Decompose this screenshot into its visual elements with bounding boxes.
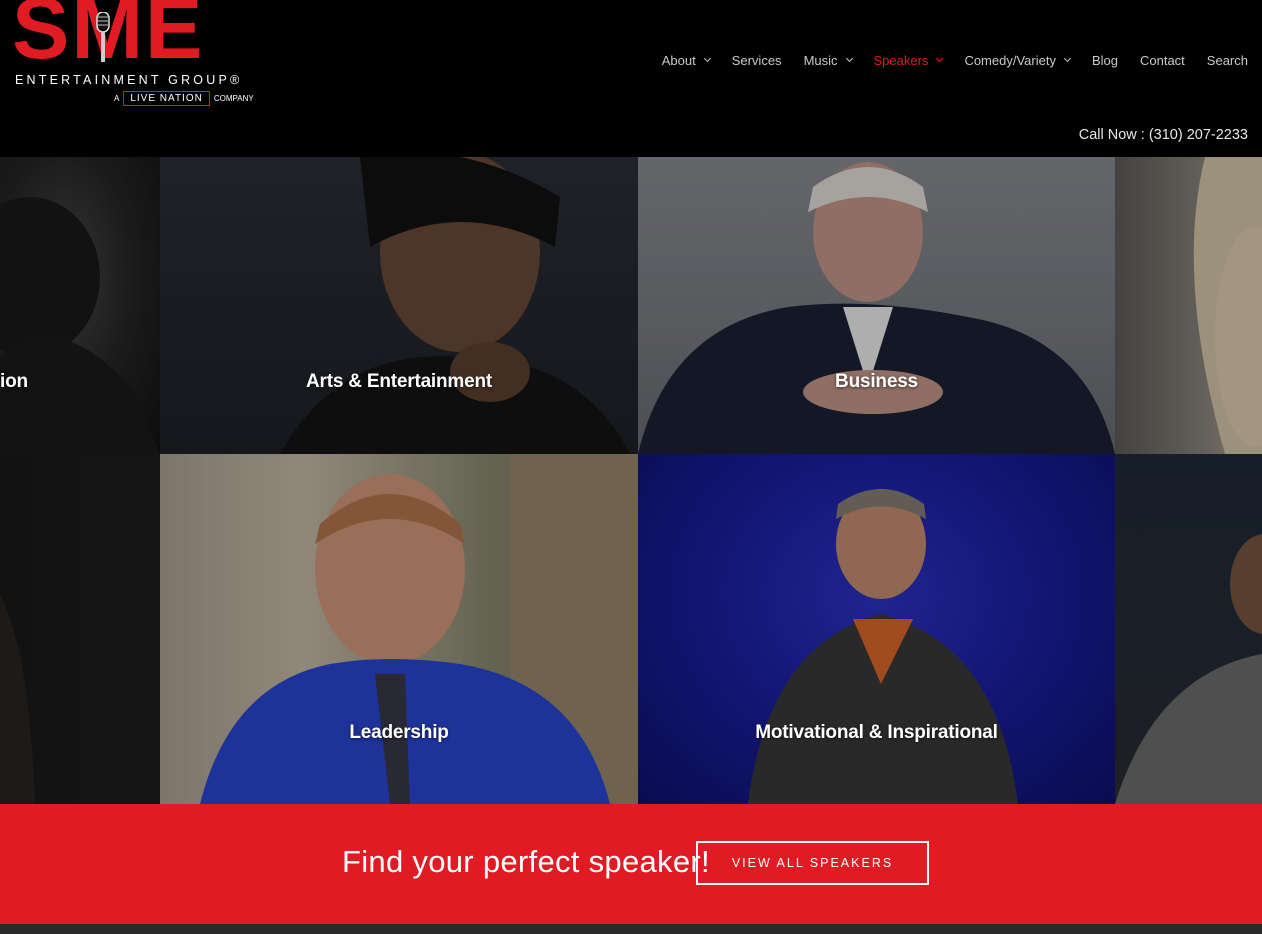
category-tile-leadership[interactable]: Leadership <box>160 454 638 804</box>
tile-overlay <box>160 454 638 804</box>
category-tile-partial-right-2[interactable] <box>1115 454 1262 804</box>
tagline-prefix: A <box>114 94 120 103</box>
live-nation-tagline: A LIVE NATION COMPANY <box>114 91 254 106</box>
nav-label: Contact <box>1139 52 1185 68</box>
nav-label: Services <box>731 52 782 68</box>
find-speaker-cta: Find your perfect speaker! VIEW ALL SPEA… <box>0 804 1262 924</box>
nav-label: About <box>661 52 696 68</box>
nav-label: Speakers <box>873 52 929 68</box>
footer-strip <box>0 924 1262 934</box>
category-label: Leadership <box>349 722 449 743</box>
tile-overlay <box>638 157 1115 454</box>
sme-logo[interactable]: SME ENTERTAINMENT GROUP® A LIVE NATION C… <box>12 0 264 112</box>
nav-item-services[interactable]: Services <box>732 53 782 68</box>
tagline-suffix: COMPANY <box>213 94 254 103</box>
live-nation-logo: LIVE NATION <box>123 91 210 106</box>
nav-item-blog[interactable]: Blog <box>1092 53 1118 68</box>
category-label: Business <box>835 371 918 392</box>
chevron-down-icon <box>936 54 944 62</box>
category-label: Arts & Entertainment <box>305 371 493 392</box>
category-tile-partial-right[interactable] <box>1115 157 1262 454</box>
logo-subtitle: ENTERTAINMENT GROUP® <box>15 73 243 87</box>
chevron-down-icon <box>1063 54 1071 62</box>
nav-item-music[interactable]: Music <box>803 52 853 68</box>
microphone-icon <box>96 12 110 62</box>
speaker-category-grid: ion Arts & Entertainment Business Leader… <box>0 157 1262 804</box>
tile-overlay <box>638 454 1115 804</box>
nav-item-contact[interactable]: Contact <box>1140 53 1185 68</box>
tile-overlay <box>1115 157 1262 454</box>
category-tile-business[interactable]: Business <box>638 157 1115 454</box>
tile-overlay <box>0 454 160 804</box>
call-now-phone[interactable]: Call Now : (310) 207-2233 <box>1079 127 1248 143</box>
nav-item-search[interactable]: Search <box>1207 53 1248 68</box>
nav-item-about[interactable]: About <box>661 52 711 68</box>
category-label: Motivational & Inspirational <box>755 722 998 743</box>
category-label: ion <box>0 371 28 392</box>
view-all-speakers-button[interactable]: VIEW ALL SPEAKERS <box>696 841 929 885</box>
tile-overlay <box>160 157 638 454</box>
tile-overlay <box>1115 454 1262 804</box>
nav-item-comedy-variety[interactable]: Comedy/Variety <box>964 52 1071 68</box>
category-tile-arts-entertainment[interactable]: Arts & Entertainment <box>160 157 638 454</box>
chevron-down-icon <box>845 54 853 62</box>
tile-overlay <box>0 157 160 454</box>
nav-label: Search <box>1206 52 1248 68</box>
nav-item-speakers[interactable]: Speakers <box>873 52 944 68</box>
category-tile-partial-left[interactable]: ion <box>0 157 160 454</box>
site-header: SME ENTERTAINMENT GROUP® A LIVE NATION C… <box>0 0 1262 157</box>
main-nav: About Services Music Speakers Comedy/Var… <box>640 50 1248 70</box>
cta-headline: Find your perfect speaker! <box>342 844 710 879</box>
category-tile-motivational-inspirational[interactable]: Motivational & Inspirational <box>638 454 1115 804</box>
nav-label: Music <box>803 52 838 68</box>
chevron-down-icon <box>703 54 711 62</box>
category-tile-partial-left-2[interactable] <box>0 454 160 804</box>
nav-label: Comedy/Variety <box>964 52 1056 68</box>
nav-label: Blog <box>1091 52 1118 68</box>
